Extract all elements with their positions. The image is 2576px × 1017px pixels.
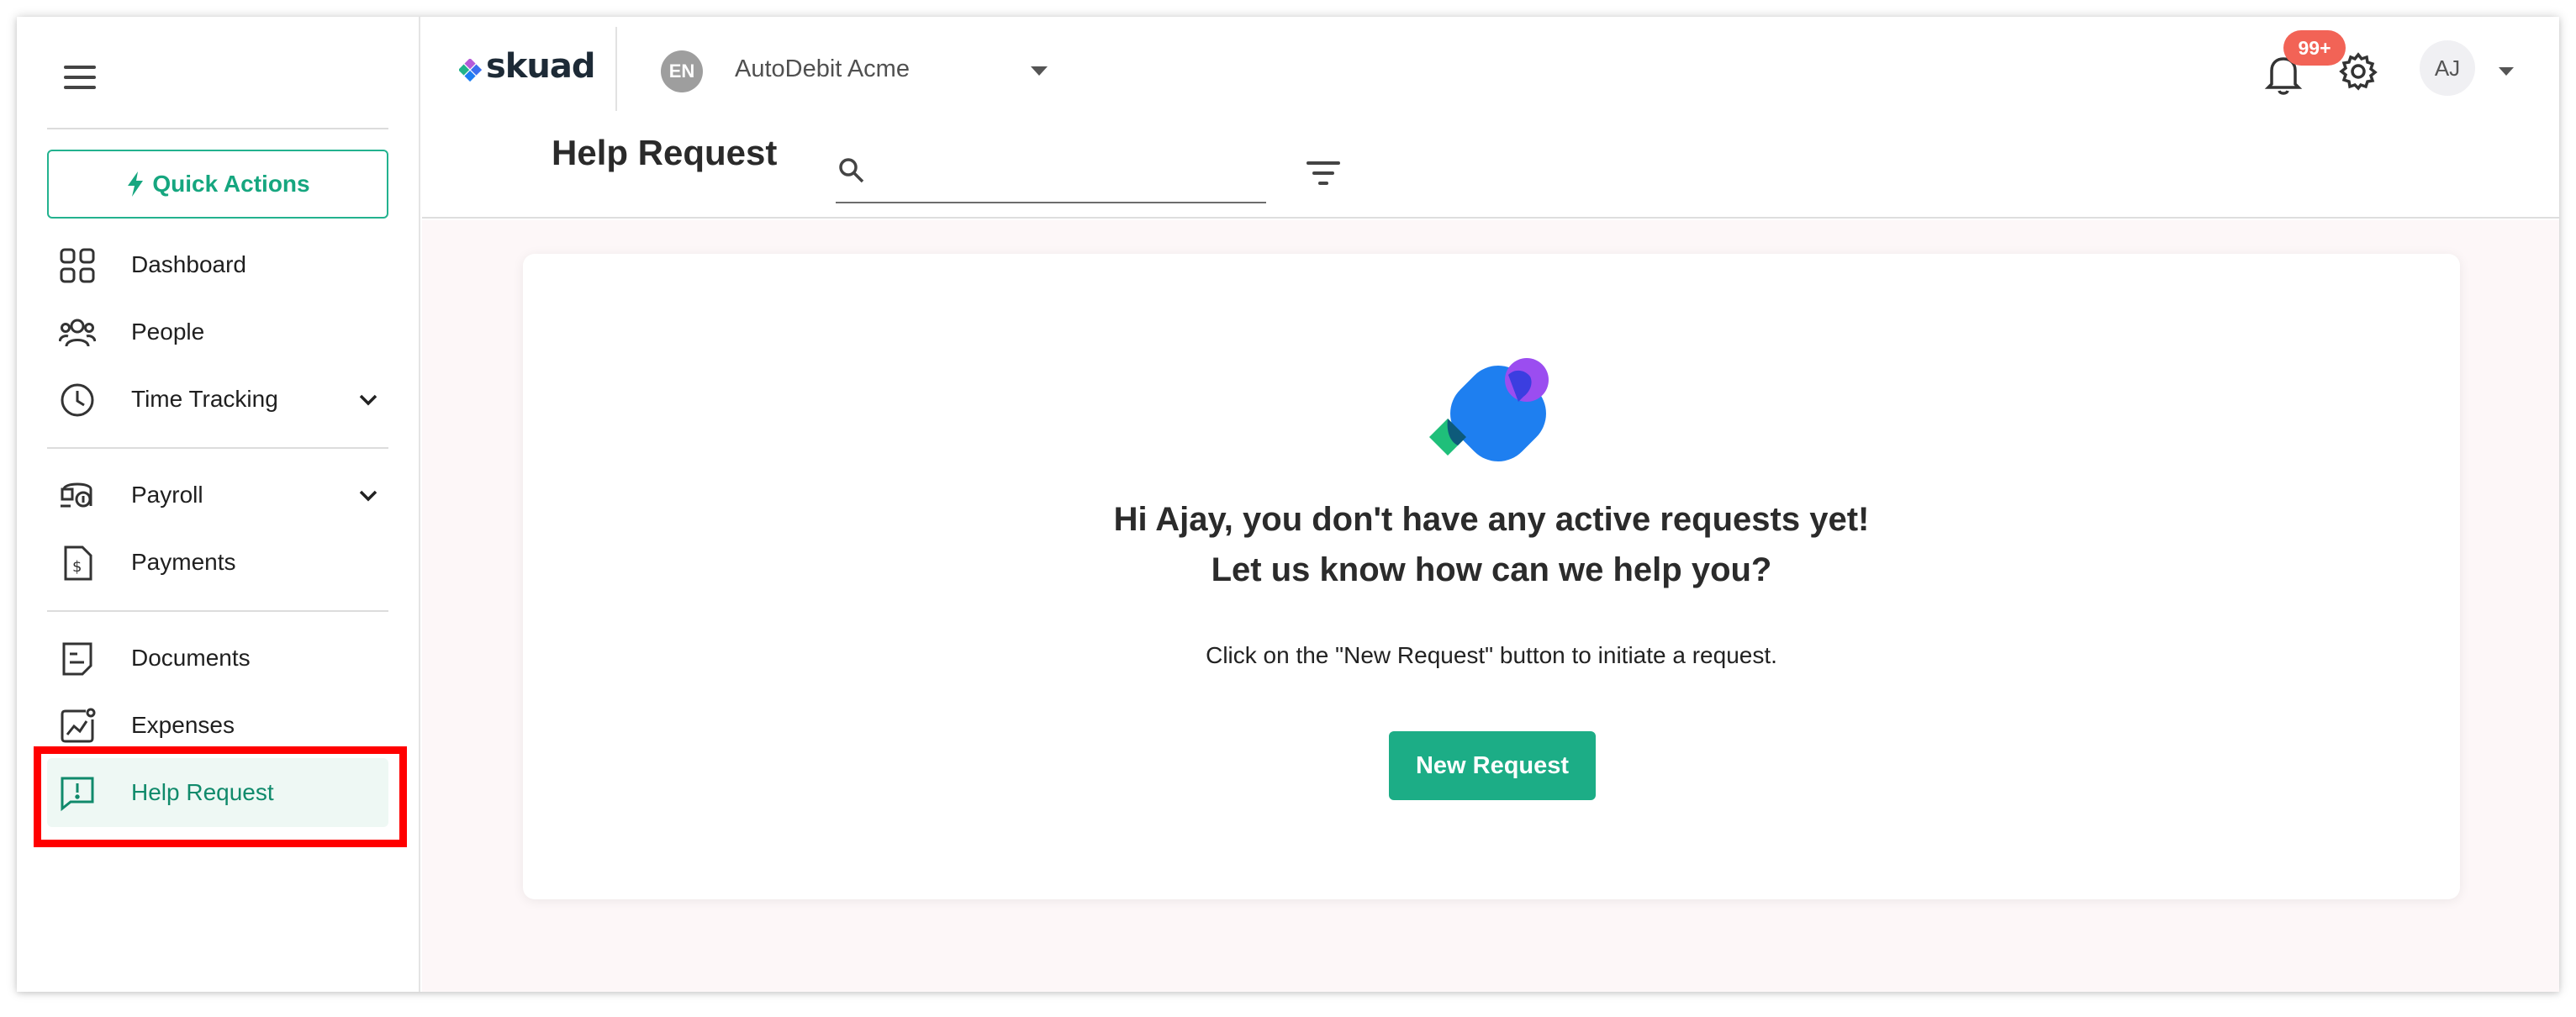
chevron-down-icon[interactable]: [356, 388, 380, 412]
grid-icon: [60, 248, 95, 283]
dollar-document-icon: $: [64, 545, 92, 581]
sidebar-item-label: People: [131, 319, 205, 345]
caret-down-icon[interactable]: [1026, 61, 1053, 81]
sidebar-item-payments[interactable]: $ Payments: [47, 528, 388, 597]
sidebar: Quick Actions Dashboard People Time Trac…: [17, 17, 420, 992]
logo-wordmark: skuad: [486, 47, 596, 86]
hamburger-menu-icon[interactable]: [64, 64, 98, 91]
chevron-down-icon[interactable]: [356, 484, 380, 508]
sidebar-item-label: Expenses: [131, 712, 235, 738]
notification-badge: 99+: [2283, 30, 2346, 66]
sidebar-item-label: Help Request: [131, 779, 274, 805]
new-request-button[interactable]: New Request: [1389, 731, 1596, 800]
empty-state-headline-line1: Hi Ajay, you don't have any active reque…: [1113, 501, 1870, 538]
quick-actions-label: Quick Actions: [152, 171, 310, 197]
sidebar-item-label: Documents: [131, 645, 251, 671]
sidebar-divider: [47, 447, 388, 449]
sidebar-item-label: Dashboard: [131, 251, 246, 277]
search-field[interactable]: [836, 143, 1266, 203]
main-content: Hi Ajay, you don't have any active reque…: [422, 220, 2559, 992]
sidebar-divider: [47, 610, 388, 612]
logo-mark-icon: [459, 59, 483, 82]
top-bar: skuad EN AutoDebit Acme 99+ AJ Help Requ…: [422, 17, 2559, 219]
sidebar-item-dashboard[interactable]: Dashboard: [47, 230, 388, 299]
gear-icon[interactable]: [2337, 50, 2379, 92]
filter-icon[interactable]: [1303, 153, 1343, 193]
skuad-logo[interactable]: skuad: [459, 47, 596, 97]
sidebar-divider: [47, 128, 388, 129]
svg-text:$: $: [72, 558, 82, 576]
sidebar-item-documents[interactable]: Documents: [47, 624, 388, 693]
caret-down-icon[interactable]: [2494, 61, 2519, 81]
app-window: Quick Actions Dashboard People Time Trac…: [17, 17, 2559, 992]
sidebar-item-label: Payments: [131, 549, 236, 575]
search-icon: [839, 158, 864, 183]
document-icon: [62, 642, 92, 676]
help-chat-illustration-icon: [1429, 358, 1549, 461]
empty-state-card: Hi Ajay, you don't have any active reque…: [523, 254, 2460, 899]
quick-actions-button[interactable]: Quick Actions: [47, 150, 388, 219]
empty-state-headline-line2: Let us know how can we help you?: [1211, 551, 1772, 588]
empty-state-subtext: Click on the "New Request" button to ini…: [1206, 642, 1777, 668]
page-title: Help Request: [552, 133, 778, 172]
sidebar-item-people[interactable]: People: [47, 298, 388, 366]
sidebar-item-help-request[interactable]: Help Request: [47, 758, 388, 827]
sidebar-item-payroll[interactable]: Payroll: [47, 461, 388, 530]
header-divider: [615, 27, 617, 111]
sidebar-item-label: Time Tracking: [131, 386, 278, 412]
chart-icon: [61, 708, 96, 743]
clock-icon: [61, 383, 94, 417]
sidebar-item-label: Payroll: [131, 482, 203, 508]
sidebar-item-time-tracking[interactable]: Time Tracking: [47, 365, 388, 434]
org-name[interactable]: AutoDebit Acme: [735, 55, 910, 83]
org-badge: EN: [661, 50, 703, 92]
help-message-icon: [61, 777, 94, 812]
lightning-icon: [128, 171, 144, 197]
avatar[interactable]: AJ: [2420, 40, 2475, 96]
sidebar-item-expenses[interactable]: Expenses: [47, 691, 388, 760]
people-icon: [59, 319, 96, 347]
payroll-icon: [61, 482, 92, 508]
search-input[interactable]: [884, 148, 1254, 190]
